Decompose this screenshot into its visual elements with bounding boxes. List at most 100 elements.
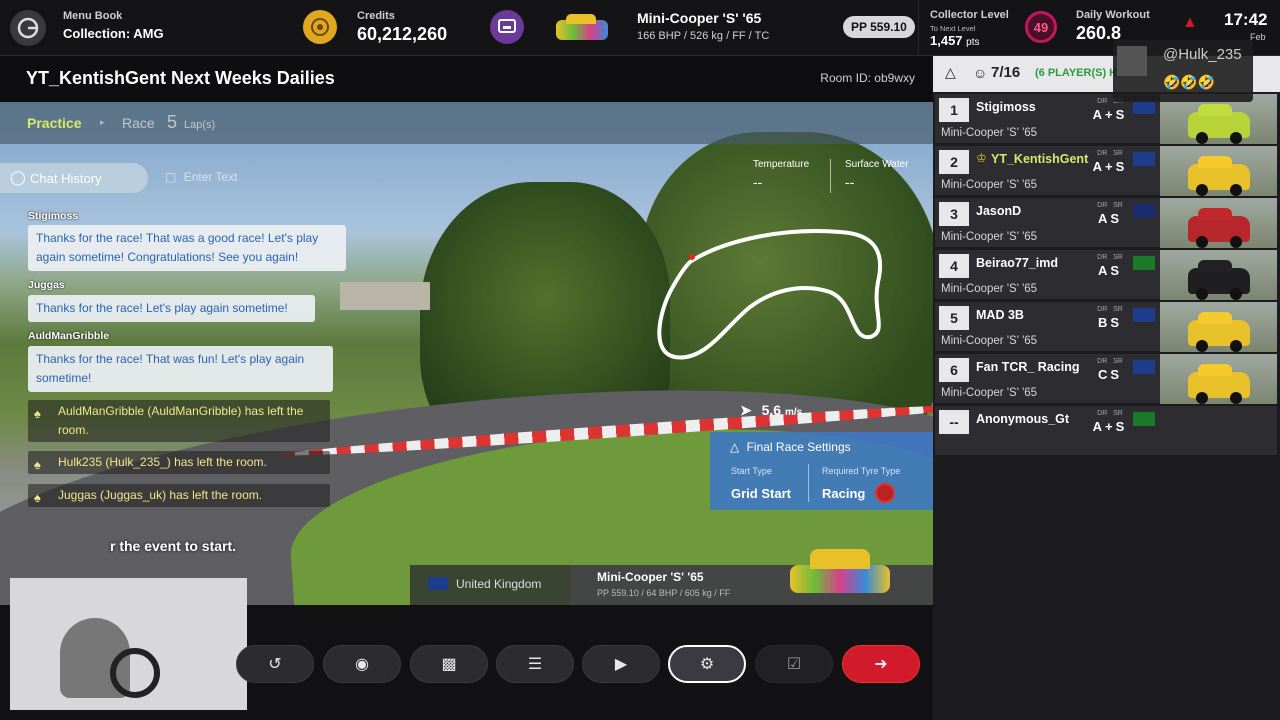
surface-water-info: Surface Water --: [845, 159, 909, 190]
player-row[interactable]: 5 MAD 3B Mini-Cooper 'S' '65 DR SR BS: [935, 302, 1277, 352]
system-message: ♠ Juggas (Juggas_uk) has left the room.: [28, 484, 330, 507]
player-car: Mini-Cooper 'S' '65: [941, 231, 1038, 243]
replay-icon: ▶: [614, 656, 628, 673]
daily-workout-label: Daily Workout: [1076, 9, 1150, 21]
current-car-thumbnail[interactable]: [552, 10, 614, 46]
chat-message: Thanks for the race! That was a good rac…: [28, 225, 346, 271]
temperature-value: --: [753, 174, 763, 190]
player-position: 1: [939, 98, 969, 122]
chat-sender: AuldManGribble: [28, 330, 110, 342]
pt-flag-icon: [1133, 256, 1155, 270]
webcam-overlay: [10, 578, 247, 710]
rating-keys: DR SR: [1097, 306, 1123, 313]
player-count: 7/16: [991, 64, 1021, 81]
bell-icon: ♠: [34, 406, 41, 421]
player-row[interactable]: 2 ♔ YT_KentishGent Mini-Cooper 'S' '65 DR SR…: [935, 146, 1277, 196]
uk-flag-icon: [1133, 360, 1155, 374]
player-car: Mini-Cooper 'S' '65: [941, 283, 1038, 295]
chat-history-label: Chat History: [30, 170, 102, 186]
divider: [808, 464, 809, 502]
player-position: 4: [939, 254, 969, 278]
rating-values: A+S: [1092, 107, 1128, 122]
bottom-action-bar: ↺ ◉ ▩ ☰ ▶ ⚙ ☑ ➜: [0, 578, 933, 720]
navigation-arrow-icon: ➤: [740, 402, 752, 418]
gt-logo-icon[interactable]: [10, 10, 46, 46]
uk-flag-icon: [1133, 152, 1155, 166]
race-laps-number: 5: [167, 112, 178, 132]
rating-keys: DR SR: [1097, 254, 1123, 261]
bell-icon: ♠: [34, 457, 41, 472]
player-car-image: [1160, 146, 1277, 196]
player-row[interactable]: 3 JasonD Mini-Cooper 'S' '65 DR SR AS: [935, 198, 1277, 248]
exit-room-button[interactable]: ↺: [236, 645, 314, 683]
player-row[interactable]: 6 Fan TCR_ Racing Mini-Cooper 'S' '65 DR SR…: [935, 354, 1277, 404]
chat-sender: Juggas: [28, 279, 65, 291]
rating-keys: DR SR: [1097, 410, 1123, 417]
menu-book-label: Menu Book: [63, 10, 123, 22]
tyre-label: Required Tyre Type: [822, 466, 901, 476]
wait-message: r the event to start.: [110, 538, 237, 554]
car-preview-image: [790, 547, 890, 595]
current-car-specs: 166 BHP / 526 kg / FF / TC: [637, 30, 770, 42]
player-car: Mini-Cooper 'S' '65: [941, 335, 1038, 347]
credits-coin-icon: [303, 10, 337, 44]
chat-input-placeholder: Enter Text: [183, 170, 238, 184]
shop-button[interactable]: ☑: [755, 645, 833, 683]
person-icon: ☺: [973, 65, 988, 81]
crown-icon: ♔: [976, 151, 987, 165]
running-man-icon: ➜: [874, 656, 888, 673]
rating-values: AS: [1097, 211, 1123, 226]
chat-input[interactable]: ▢ Enter Text: [165, 170, 238, 184]
leave-button[interactable]: ➜: [842, 645, 920, 683]
player-name: Beirao77_imd: [976, 256, 1058, 270]
avatar: [1117, 46, 1147, 76]
bell-icon: ♠: [34, 490, 41, 505]
credits-label: Credits: [357, 10, 395, 22]
garage-icon[interactable]: [490, 10, 524, 44]
checkbox-icon: ▢: [165, 170, 177, 184]
rating-keys: DR SR: [1097, 358, 1123, 365]
warning-icon: △: [730, 440, 740, 454]
player-position: 2: [939, 150, 969, 174]
replay-button[interactable]: ▶: [582, 645, 660, 683]
room-settings-button[interactable]: ⚙: [668, 645, 746, 683]
tab-practice[interactable]: Practice: [27, 115, 81, 131]
rating-keys: DR SR: [1097, 202, 1123, 209]
player-name: MAD 3B: [976, 308, 1024, 322]
player-count-detail: (6 PLAYER(S) H: [1035, 67, 1118, 79]
player-name: Fan TCR_ Racing: [976, 360, 1080, 374]
chat-bubble-icon: ◯: [10, 169, 26, 185]
current-car-name: Mini-Cooper 'S' '65: [637, 10, 762, 26]
player-row[interactable]: 4 Beirao77_imd Mini-Cooper 'S' '65 DR SR AS: [935, 250, 1277, 300]
exit-icon: ↺: [268, 656, 282, 673]
player-car-image: [1160, 198, 1277, 248]
rating-values: A+S: [1092, 419, 1128, 434]
player-row[interactable]: -- Anonymous_Gt DR SR A+S: [935, 406, 1277, 456]
room-title: YT_KentishGent Next Weeks Dailies: [26, 68, 335, 88]
chat-history-button[interactable]: Chat History ◯: [0, 163, 148, 193]
next-level-label: To Next Level: [930, 24, 976, 33]
binoculars-icon: ◉: [355, 656, 369, 673]
rating-values: A+S: [1092, 159, 1128, 174]
rating-values: CS: [1097, 367, 1123, 382]
stream-emojis: 🤣🤣🤣: [1163, 74, 1216, 90]
tab-race[interactable]: Race: [122, 115, 155, 131]
player-car-image: [1160, 354, 1277, 404]
player-car: Mini-Cooper 'S' '65: [941, 387, 1038, 399]
country-label: United Kingdom: [456, 577, 542, 591]
speed-readout: ➤ 5.6 m/s: [740, 402, 803, 418]
player-name: YT_KentishGent: [991, 152, 1089, 166]
regulations-button[interactable]: ☰: [496, 645, 574, 683]
surface-water-label: Surface Water: [845, 159, 909, 170]
results-button[interactable]: ▩: [410, 645, 488, 683]
start-type-value: Grid Start: [731, 486, 791, 501]
stream-username: @Hulk_235: [1163, 46, 1242, 63]
chat-sender: Stigimoss: [28, 210, 79, 222]
stream-chat-overlay: @Hulk_235 🤣🤣🤣: [1113, 40, 1253, 102]
player-car-image: [1160, 302, 1277, 352]
system-message: ♠ AuldManGribble (AuldManGribble) has lef…: [28, 400, 330, 442]
player-position: 3: [939, 202, 969, 226]
spectate-button[interactable]: ◉: [323, 645, 401, 683]
player-car: Mini-Cooper 'S' '65: [941, 179, 1038, 191]
temperature-label: Temperature: [753, 159, 810, 170]
